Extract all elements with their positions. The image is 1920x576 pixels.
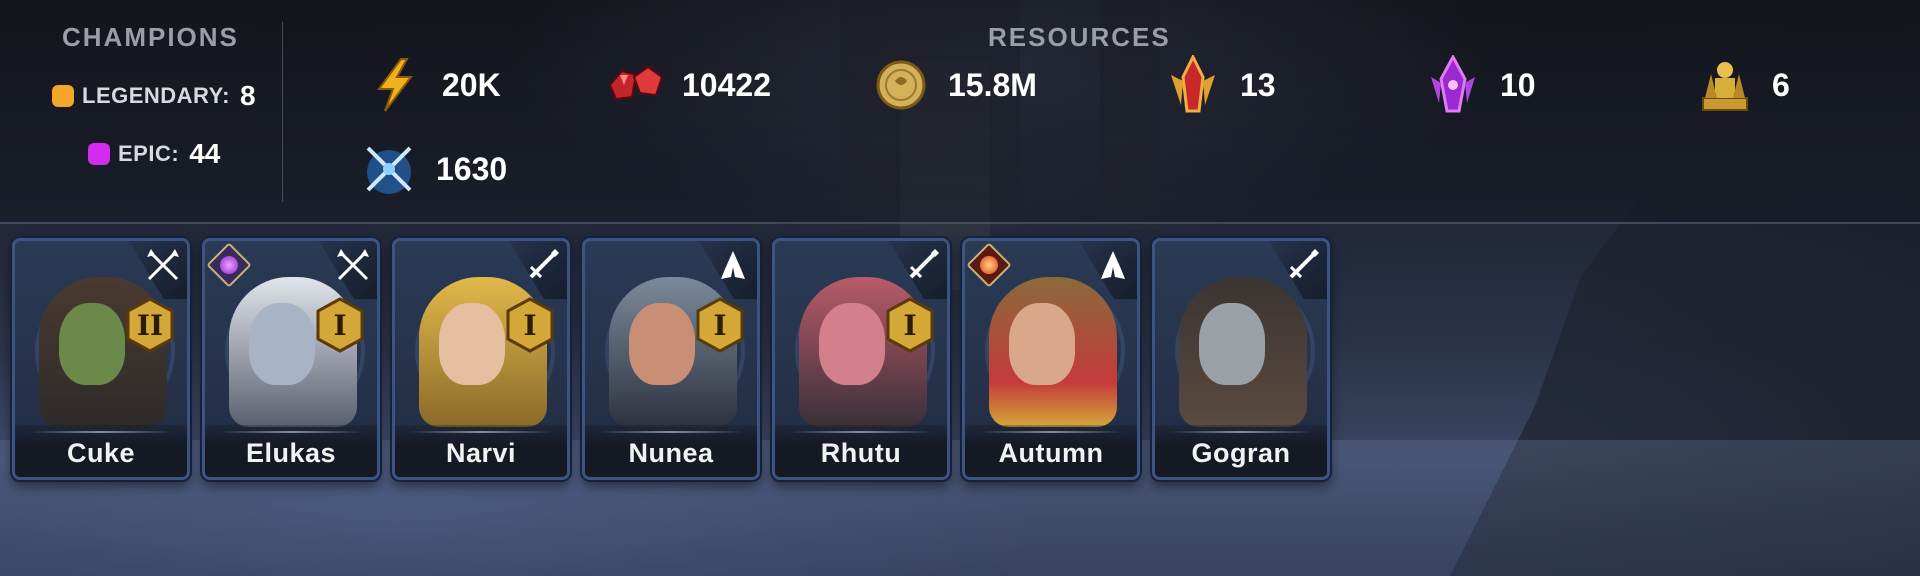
champion-name: Cuke [66, 438, 136, 468]
silver-coin-icon [872, 56, 930, 114]
epic-rarity-icon [88, 143, 110, 165]
champion-card[interactable]: Gogran [1152, 238, 1330, 480]
rank-text: I [713, 308, 727, 342]
resource-energy: 20K [366, 56, 501, 114]
rank-text: I [333, 308, 347, 342]
epic-count-row: EPIC: 44 [88, 138, 220, 170]
rubies-value: 10422 [682, 66, 771, 103]
attack-arrows-icon [147, 249, 179, 281]
resource-sacred-shards: 13 [1164, 55, 1276, 114]
rubies-icon [606, 56, 664, 114]
champion-name: Elukas [245, 438, 337, 468]
void-shard-icon [1424, 55, 1482, 114]
legendary-count-row: LEGENDARY: 8 [52, 80, 256, 112]
sacred-shard-icon [1164, 55, 1222, 114]
energy-value: 20K [442, 66, 501, 103]
sword-icon [529, 249, 559, 279]
resource-silver: 15.8M [872, 56, 1037, 114]
resource-arena-tokens: 1630 [360, 140, 507, 198]
epic-label: EPIC: [118, 141, 180, 166]
champion-card[interactable]: I Nunea [582, 238, 760, 480]
champions-title: CHAMPIONS [62, 22, 239, 52]
energy-icon [366, 56, 424, 114]
champion-name: Gogran [1191, 438, 1291, 468]
champion-card[interactable]: II Cuke [12, 238, 190, 480]
praying-hands-icon [721, 251, 745, 279]
sword-icon [909, 249, 939, 279]
silver-value: 15.8M [948, 66, 1037, 103]
sacred-shard-value: 13 [1240, 66, 1276, 103]
champion-name: Nunea [628, 438, 714, 468]
legendary-label: LEGENDARY: [82, 83, 230, 108]
arena-token-value: 1630 [436, 150, 508, 187]
void-affinity-icon [206, 242, 252, 288]
void-shard-value: 10 [1500, 66, 1536, 103]
rank-text: I [903, 308, 917, 342]
header-divider [282, 22, 283, 202]
champion-name: Rhutu [820, 438, 902, 468]
resource-rubies: 10422 [606, 56, 771, 114]
resource-gold-statues: 6 [1696, 56, 1790, 114]
praying-hands-icon [1101, 251, 1125, 279]
rank-text: II [136, 308, 164, 342]
gold-statue-icon [1696, 56, 1754, 114]
champion-card[interactable]: I Elukas [202, 238, 380, 480]
gold-statue-value: 6 [1772, 66, 1790, 103]
rank-text: I [523, 308, 537, 342]
legendary-rarity-icon [52, 85, 74, 107]
champion-list: II Cuke I Elukas I Narvi I Nunea I Rhutu… [12, 238, 1330, 480]
champion-card[interactable]: I Rhutu [772, 238, 950, 480]
resource-void-shards: 10 [1424, 55, 1536, 114]
champion-name: Narvi [445, 438, 517, 468]
epic-count: 44 [189, 138, 221, 169]
champion-name: Autumn [998, 438, 1104, 468]
arena-token-icon [360, 140, 418, 198]
attack-arrows-icon [337, 249, 369, 281]
force-affinity-icon [966, 242, 1012, 288]
champion-card[interactable]: Autumn [962, 238, 1140, 480]
champion-card[interactable]: I Narvi [392, 238, 570, 480]
summary-header: CHAMPIONS LEGENDARY: 8 EPIC: 44 RESOURCE… [0, 0, 1920, 224]
legendary-count: 8 [240, 80, 256, 111]
sword-icon [1289, 249, 1319, 279]
resources-title: RESOURCES [988, 22, 1171, 52]
